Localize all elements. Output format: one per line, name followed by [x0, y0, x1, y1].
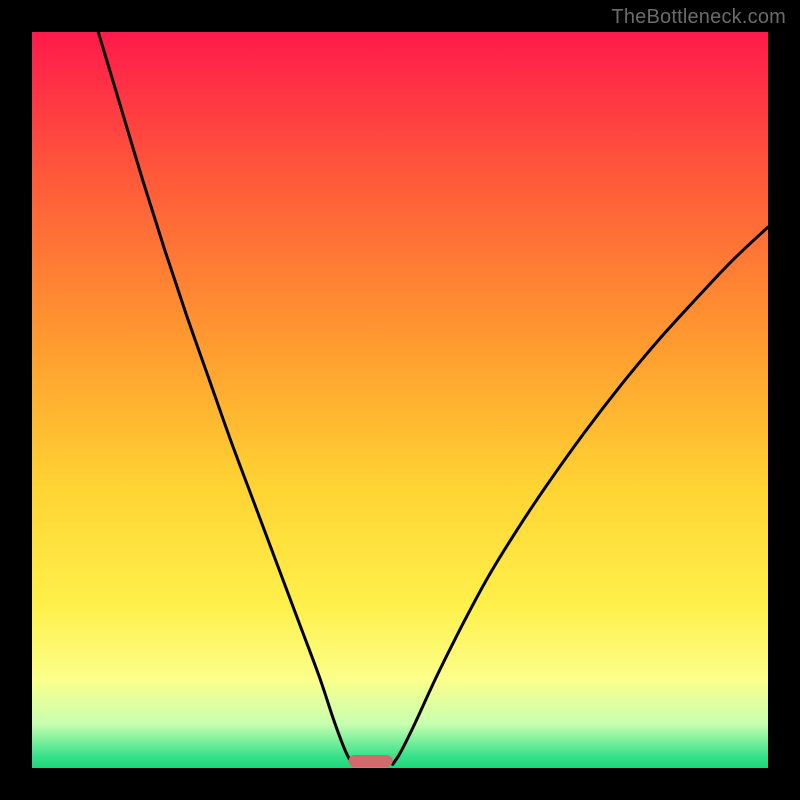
- marker-group: [348, 755, 392, 767]
- bottleneck-marker: [348, 755, 392, 767]
- chart-background: [32, 32, 768, 768]
- chart-svg: [32, 32, 768, 768]
- watermark-text: TheBottleneck.com: [611, 6, 786, 29]
- chart-frame: [32, 32, 768, 768]
